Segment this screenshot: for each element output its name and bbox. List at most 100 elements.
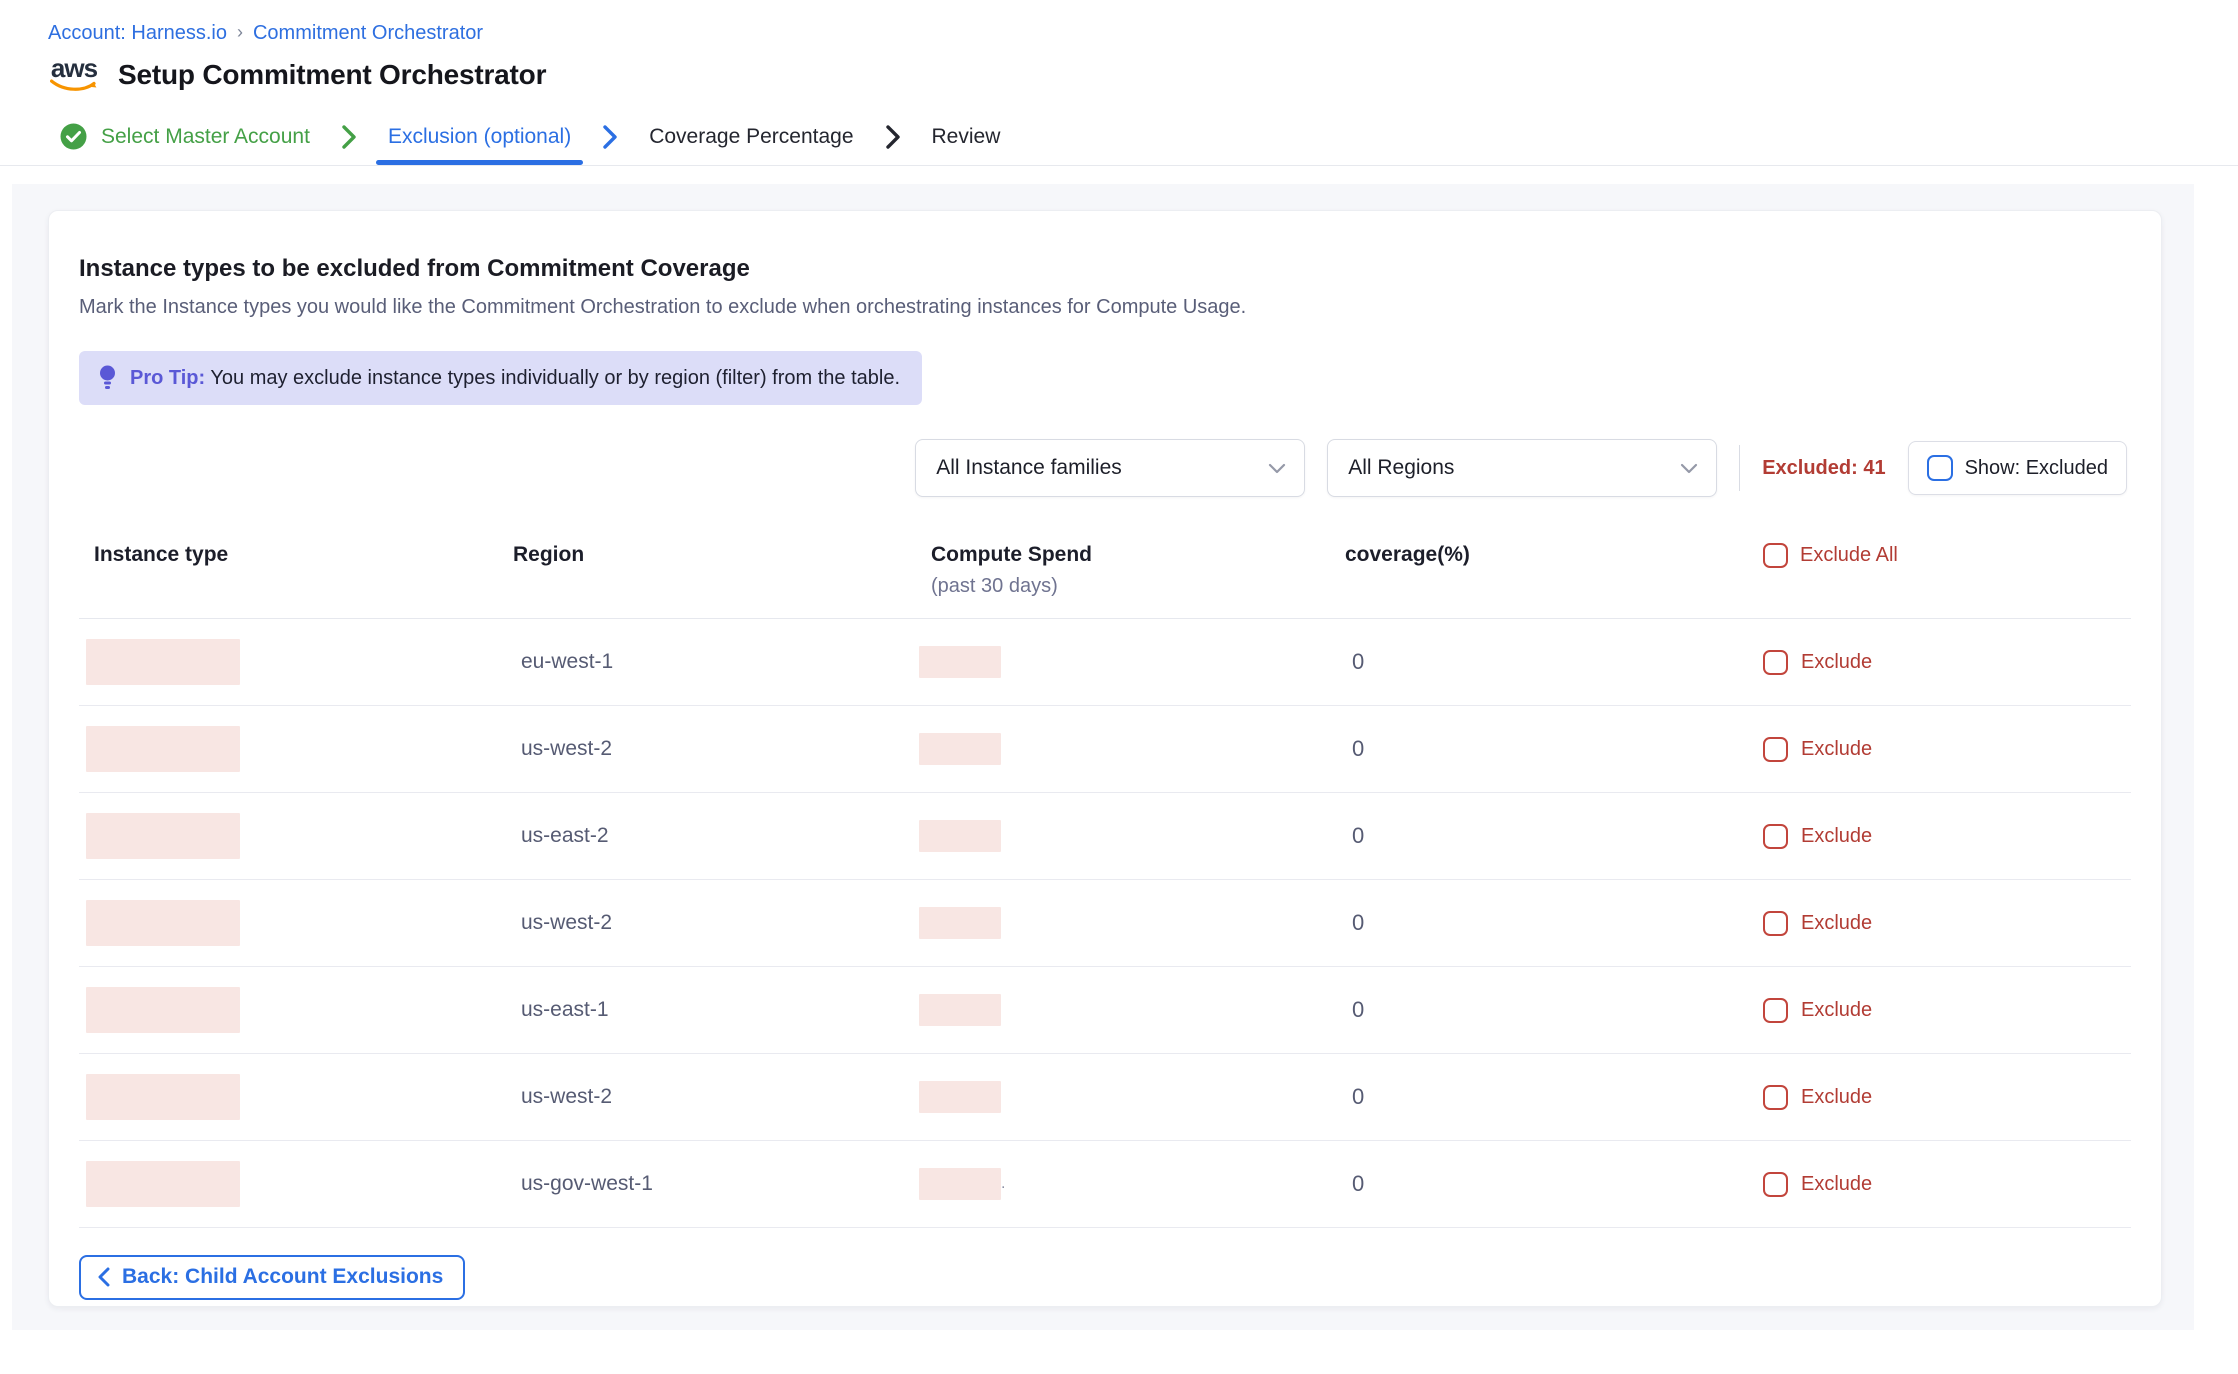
exclude-checkbox[interactable] — [1763, 650, 1788, 675]
table-row: us-east-1 0 Exclude — [79, 967, 2131, 1054]
instance-type-cell — [79, 1074, 499, 1120]
regions-select[interactable]: All Regions — [1327, 439, 1717, 497]
table-row: us-west-2 0 Exclude — [79, 880, 2131, 967]
exclude-checkbox[interactable] — [1763, 737, 1788, 762]
coverage-cell: 0 — [1331, 910, 1756, 936]
redacted-compute-spend — [919, 994, 1001, 1026]
table-header-row: Instance type Region Compute Spend (past… — [79, 543, 2131, 619]
region-cell: us-west-2 — [499, 911, 911, 935]
chevron-left-icon — [97, 1267, 110, 1287]
redacted-compute-spend — [919, 646, 1001, 678]
region-cell: eu-west-1 — [499, 650, 911, 674]
card-title: Instance types to be excluded from Commi… — [79, 255, 2131, 283]
exclude-label: Exclude — [1801, 912, 1872, 935]
coverage-cell: 0 — [1331, 1084, 1756, 1110]
redacted-instance-type — [86, 1074, 240, 1120]
instance-type-cell — [79, 900, 499, 946]
exclude-all-checkbox[interactable] — [1763, 543, 1788, 568]
table-row: us-gov-west-1 . 0 Exclude — [79, 1141, 2131, 1228]
exclude-checkbox[interactable] — [1763, 911, 1788, 936]
breadcrumb-account-link[interactable]: Account: Harness.io — [48, 22, 227, 45]
filter-row: All Instance families All Regions Exclud… — [79, 439, 2131, 497]
exclude-label: Exclude — [1801, 1086, 1872, 1109]
region-cell: us-west-2 — [499, 1085, 911, 1109]
exclusion-card: Instance types to be excluded from Commi… — [48, 210, 2162, 1307]
regions-value: All Regions — [1348, 456, 1454, 480]
table-row: us-west-2 0 Exclude — [79, 706, 2131, 793]
compute-spend-cell — [911, 820, 1331, 852]
instance-type-cell — [79, 987, 499, 1033]
redacted-instance-type — [86, 639, 240, 685]
compute-spend-cell — [911, 733, 1331, 765]
exclude-checkbox[interactable] — [1763, 1172, 1788, 1197]
show-excluded-label: Show: Excluded — [1965, 457, 2108, 480]
redacted-instance-type — [86, 813, 240, 859]
compute-spend-cell — [911, 907, 1331, 939]
exclusion-table: Instance type Region Compute Spend (past… — [79, 543, 2131, 1228]
header-compute-spend-sub: (past 30 days) — [931, 575, 1331, 598]
coverage-cell: 0 — [1331, 823, 1756, 849]
exclude-checkbox[interactable] — [1763, 1085, 1788, 1110]
back-button[interactable]: Back: Child Account Exclusions — [79, 1255, 465, 1300]
compute-spend-cell — [911, 646, 1331, 678]
region-cell: us-east-2 — [499, 824, 911, 848]
aws-logo-icon: aws — [48, 57, 100, 92]
redacted-instance-type — [86, 726, 240, 772]
excluded-count: Excluded: 41 — [1762, 457, 1885, 480]
exclude-checkbox[interactable] — [1763, 824, 1788, 849]
exclude-label: Exclude — [1801, 825, 1872, 848]
lightbulb-icon — [97, 364, 118, 392]
step-chevron-icon — [601, 124, 619, 150]
instance-families-select[interactable]: All Instance families — [915, 439, 1305, 497]
exclude-control: Exclude — [1756, 650, 2131, 675]
redacted-compute-spend — [919, 1168, 1001, 1200]
exclude-control: Exclude — [1756, 998, 2131, 1023]
breadcrumb: Account: Harness.io › Commitment Orchest… — [48, 22, 2238, 45]
exclude-label: Exclude — [1801, 999, 1872, 1022]
pro-tip-label: Pro Tip: — [130, 367, 205, 389]
redacted-instance-type — [86, 987, 240, 1033]
step-coverage-percentage[interactable]: Coverage Percentage — [633, 108, 869, 165]
instance-type-cell — [79, 639, 499, 685]
step-select-master-account[interactable]: Select Master Account — [44, 108, 326, 165]
step-exclusion[interactable]: Exclusion (optional) — [372, 108, 587, 165]
wizard-stepper: Select Master Account Exclusion (optiona… — [0, 108, 2238, 166]
compute-spend-cell — [911, 1081, 1331, 1113]
page-header: Account: Harness.io › Commitment Orchest… — [0, 0, 2238, 92]
exclude-control: Exclude — [1756, 737, 2131, 762]
step-label: Review — [932, 125, 1001, 149]
aws-logo-text: aws — [51, 57, 97, 79]
show-excluded-toggle[interactable]: Show: Excluded — [1908, 441, 2127, 495]
breadcrumb-page-link[interactable]: Commitment Orchestrator — [253, 22, 483, 45]
exclude-control: Exclude — [1756, 1172, 2131, 1197]
show-excluded-checkbox[interactable] — [1927, 455, 1953, 481]
coverage-cell: 0 — [1331, 649, 1756, 675]
compute-spend-cell: . — [911, 1168, 1331, 1200]
pro-tip-text: You may exclude instance types individua… — [210, 367, 900, 389]
check-circle-icon — [60, 123, 87, 150]
content-area: Instance types to be excluded from Commi… — [12, 184, 2194, 1330]
redacted-compute-spend — [919, 907, 1001, 939]
coverage-cell: 0 — [1331, 736, 1756, 762]
aws-smile-icon — [50, 79, 98, 92]
header-compute-spend: Compute Spend (past 30 days) — [911, 543, 1331, 598]
exclude-control: Exclude — [1756, 911, 2131, 936]
redacted-compute-spend — [919, 1081, 1001, 1113]
step-label: Coverage Percentage — [649, 125, 853, 149]
table-row: eu-west-1 0 Exclude — [79, 619, 2131, 706]
header-region: Region — [499, 543, 911, 567]
instance-type-cell — [79, 726, 499, 772]
step-review[interactable]: Review — [916, 108, 1017, 165]
exclude-checkbox[interactable] — [1763, 998, 1788, 1023]
spend-note: . — [1001, 1175, 1005, 1192]
redacted-instance-type — [86, 1161, 240, 1207]
breadcrumb-chevron-icon: › — [237, 22, 243, 43]
exclude-all-label: Exclude All — [1800, 544, 1898, 567]
page-title: Setup Commitment Orchestrator — [118, 59, 546, 91]
table-row: us-west-2 0 Exclude — [79, 1054, 2131, 1141]
instance-type-cell — [79, 1161, 499, 1207]
region-cell: us-east-1 — [499, 998, 911, 1022]
exclude-label: Exclude — [1801, 1173, 1872, 1196]
instance-families-value: All Instance families — [936, 456, 1122, 480]
exclude-all-control: Exclude All — [1756, 543, 2131, 568]
